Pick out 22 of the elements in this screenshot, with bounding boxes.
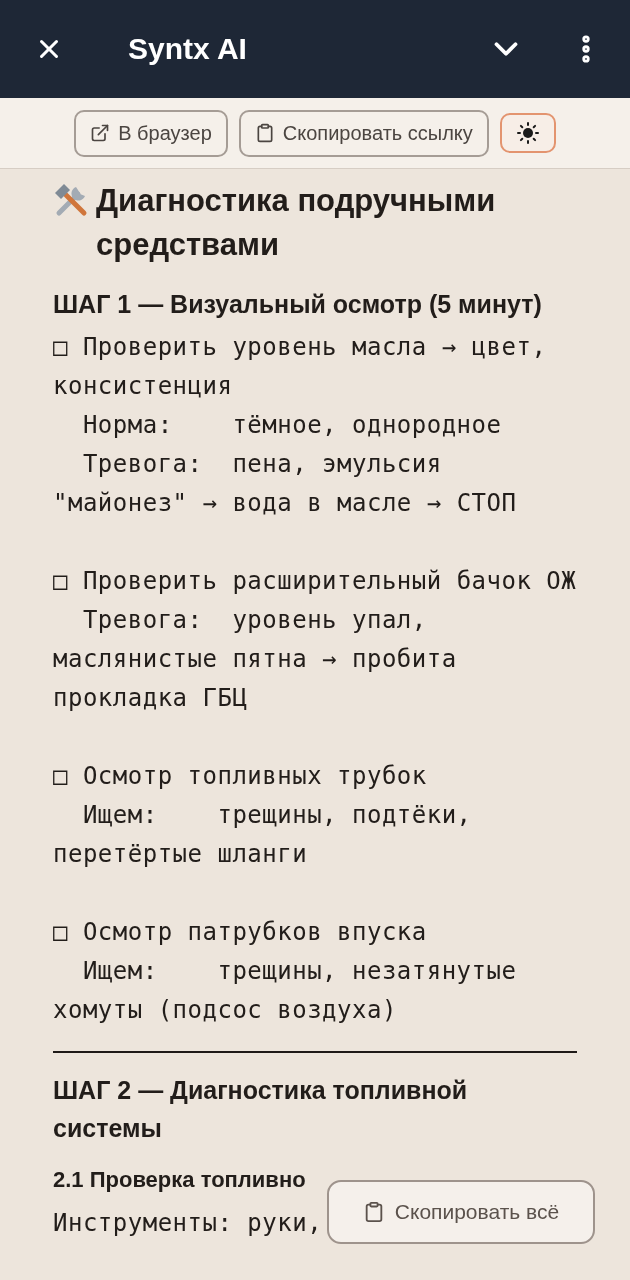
checklist-note: Ищем: трещины, подтёки, перетёртые шланги <box>53 801 473 868</box>
open-in-browser-button[interactable]: В браузер <box>74 109 228 157</box>
checklist-task: □ Проверить расширительный бачок ОЖ <box>53 567 577 595</box>
checklist-note: Тревога: уровень упал, маслянистые пятна → пробита прокладка ГБЦ <box>53 606 458 712</box>
subsection-heading: 2.1 Проверка топливно <box>53 1166 306 1194</box>
step-heading: ШАГ 2 — Диагностика топливной системы <box>53 1075 469 1144</box>
app-title: Syntx AI <box>128 32 247 66</box>
checklist-note: Тревога: пена, эмульсия "майонез" → вода в масле → СТОП <box>53 450 517 517</box>
checklist-note: Норма: тёмное, однородное <box>82 411 502 439</box>
step-heading: ШАГ 1 — Визуальный осмотр (5 минут) <box>53 289 542 320</box>
theme-toggle-button[interactable] <box>499 113 556 153</box>
external-link-icon <box>90 123 111 143</box>
sun-icon <box>516 122 539 144</box>
checklist-task: □ Осмотр топливных трубок <box>53 762 427 790</box>
checklist-note: Ищем: трещины, незатянутые хомуты (подсос воздуха) <box>53 957 518 1024</box>
text-line: Инструменты: руки, <box>53 1209 323 1237</box>
checklist-task: □ Осмотр патрубков впуска <box>53 918 427 946</box>
page-heading: Диагностика подручными средствами <box>96 182 497 264</box>
copy-all-button[interactable]: Скопировать всё <box>327 1180 595 1244</box>
checklist-task: □ Проверить уровень масла → цвет, консистенция <box>53 333 548 400</box>
copy-link-button[interactable]: Скопировать ссылку <box>238 109 489 157</box>
hammer-and-wrench-icon <box>53 182 89 218</box>
